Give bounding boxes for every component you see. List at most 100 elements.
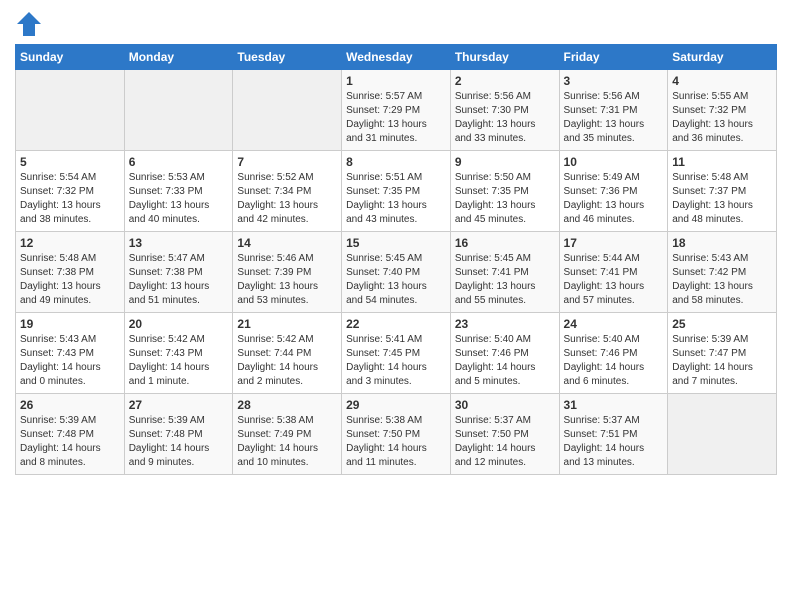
day-number: 27 [129,398,229,412]
day-number: 19 [20,317,120,331]
day-info: Sunrise: 5:45 AMSunset: 7:40 PMDaylight:… [346,252,446,308]
logo-icon [15,10,43,38]
day-info: Sunrise: 5:50 AMSunset: 7:35 PMDaylight:… [455,171,555,227]
calendar-cell: 29 Sunrise: 5:38 AMSunset: 7:50 PMDayligh… [342,394,451,475]
day-info: Sunrise: 5:45 AMSunset: 7:41 PMDaylight:… [455,252,555,308]
calendar-cell: 5 Sunrise: 5:54 AMSunset: 7:32 PMDaylight… [16,151,125,232]
calendar-cell: 22 Sunrise: 5:41 AMSunset: 7:45 PMDayligh… [342,313,451,394]
day-number: 29 [346,398,446,412]
day-info: Sunrise: 5:41 AMSunset: 7:45 PMDaylight:… [346,333,446,389]
weekday-header-thursday: Thursday [450,45,559,70]
calendar-week-5: 26 Sunrise: 5:39 AMSunset: 7:48 PMDayligh… [16,394,777,475]
day-number: 11 [672,155,772,169]
day-number: 1 [346,74,446,88]
day-number: 21 [237,317,337,331]
calendar-week-2: 5 Sunrise: 5:54 AMSunset: 7:32 PMDaylight… [16,151,777,232]
day-number: 9 [455,155,555,169]
weekday-header-wednesday: Wednesday [342,45,451,70]
calendar-cell: 9 Sunrise: 5:50 AMSunset: 7:35 PMDaylight… [450,151,559,232]
day-info: Sunrise: 5:38 AMSunset: 7:50 PMDaylight:… [346,414,446,470]
day-info: Sunrise: 5:39 AMSunset: 7:47 PMDaylight:… [672,333,772,389]
calendar-cell [233,70,342,151]
calendar-cell: 24Sunrise: 5:40 AMSunset: 7:46 PMDayligh… [559,313,668,394]
day-number: 31 [564,398,664,412]
calendar-cell: 11Sunrise: 5:48 AMSunset: 7:37 PMDayligh… [668,151,777,232]
day-number: 24 [564,317,664,331]
page-header [15,10,777,38]
day-info: Sunrise: 5:43 AMSunset: 7:42 PMDaylight:… [672,252,772,308]
day-number: 18 [672,236,772,250]
day-number: 22 [346,317,446,331]
day-info: Sunrise: 5:51 AMSunset: 7:35 PMDaylight:… [346,171,446,227]
day-number: 7 [237,155,337,169]
calendar-week-4: 19 Sunrise: 5:43 AMSunset: 7:43 PMDayligh… [16,313,777,394]
calendar-week-1: 1 Sunrise: 5:57 AMSunset: 7:29 PMDaylight… [16,70,777,151]
calendar-cell: 30 Sunrise: 5:37 AMSunset: 7:50 PMDayligh… [450,394,559,475]
day-info: Sunrise: 5:40 AMSunset: 7:46 PMDaylight:… [455,333,555,389]
day-info: Sunrise: 5:53 AMSunset: 7:33 PMDaylight:… [129,171,229,227]
calendar-cell [16,70,125,151]
day-info: Sunrise: 5:57 AMSunset: 7:29 PMDaylight:… [346,90,446,146]
calendar-cell: 10 Sunrise: 5:49 AMSunset: 7:36 PMDayligh… [559,151,668,232]
day-number: 10 [564,155,664,169]
day-number: 5 [20,155,120,169]
day-info: Sunrise: 5:44 AMSunset: 7:41 PMDaylight:… [564,252,664,308]
calendar-cell [668,394,777,475]
day-number: 8 [346,155,446,169]
calendar-cell: 27 Sunrise: 5:39 AMSunset: 7:48 PMDayligh… [124,394,233,475]
day-info: Sunrise: 5:38 AMSunset: 7:49 PMDaylight:… [237,414,337,470]
day-info: Sunrise: 5:42 AMSunset: 7:43 PMDaylight:… [129,333,229,389]
calendar-cell: 7 Sunrise: 5:52 AMSunset: 7:34 PMDaylight… [233,151,342,232]
day-number: 6 [129,155,229,169]
weekday-header-sunday: Sunday [16,45,125,70]
day-info: Sunrise: 5:42 AMSunset: 7:44 PMDaylight:… [237,333,337,389]
day-number: 3 [564,74,664,88]
calendar-cell: 23 Sunrise: 5:40 AMSunset: 7:46 PMDayligh… [450,313,559,394]
day-info: Sunrise: 5:39 AMSunset: 7:48 PMDaylight:… [129,414,229,470]
calendar-cell: 31 Sunrise: 5:37 AMSunset: 7:51 PMDayligh… [559,394,668,475]
calendar-cell: 4Sunrise: 5:55 AMSunset: 7:32 PMDaylight… [668,70,777,151]
day-info: Sunrise: 5:52 AMSunset: 7:34 PMDaylight:… [237,171,337,227]
calendar-cell: 20 Sunrise: 5:42 AMSunset: 7:43 PMDayligh… [124,313,233,394]
day-info: Sunrise: 5:37 AMSunset: 7:50 PMDaylight:… [455,414,555,470]
day-number: 12 [20,236,120,250]
day-info: Sunrise: 5:56 AMSunset: 7:30 PMDaylight:… [455,90,555,146]
weekday-header-tuesday: Tuesday [233,45,342,70]
weekday-header-saturday: Saturday [668,45,777,70]
day-number: 30 [455,398,555,412]
day-number: 20 [129,317,229,331]
day-info: Sunrise: 5:55 AMSunset: 7:32 PMDaylight:… [672,90,772,146]
day-info: Sunrise: 5:43 AMSunset: 7:43 PMDaylight:… [20,333,120,389]
day-number: 26 [20,398,120,412]
day-number: 28 [237,398,337,412]
calendar-cell: 8 Sunrise: 5:51 AMSunset: 7:35 PMDaylight… [342,151,451,232]
calendar-cell: 17 Sunrise: 5:44 AMSunset: 7:41 PMDayligh… [559,232,668,313]
calendar-cell: 6 Sunrise: 5:53 AMSunset: 7:33 PMDaylight… [124,151,233,232]
calendar-cell: 21 Sunrise: 5:42 AMSunset: 7:44 PMDayligh… [233,313,342,394]
day-number: 15 [346,236,446,250]
day-number: 25 [672,317,772,331]
day-number: 14 [237,236,337,250]
day-info: Sunrise: 5:49 AMSunset: 7:36 PMDaylight:… [564,171,664,227]
calendar-cell [124,70,233,151]
day-info: Sunrise: 5:56 AMSunset: 7:31 PMDaylight:… [564,90,664,146]
calendar-cell: 15 Sunrise: 5:45 AMSunset: 7:40 PMDayligh… [342,232,451,313]
day-number: 16 [455,236,555,250]
day-number: 23 [455,317,555,331]
calendar-week-3: 12Sunrise: 5:48 AMSunset: 7:38 PMDayligh… [16,232,777,313]
day-number: 17 [564,236,664,250]
day-info: Sunrise: 5:46 AMSunset: 7:39 PMDaylight:… [237,252,337,308]
calendar-cell: 1 Sunrise: 5:57 AMSunset: 7:29 PMDaylight… [342,70,451,151]
calendar-cell: 16 Sunrise: 5:45 AMSunset: 7:41 PMDayligh… [450,232,559,313]
day-info: Sunrise: 5:37 AMSunset: 7:51 PMDaylight:… [564,414,664,470]
day-info: Sunrise: 5:54 AMSunset: 7:32 PMDaylight:… [20,171,120,227]
calendar-cell: 3 Sunrise: 5:56 AMSunset: 7:31 PMDaylight… [559,70,668,151]
logo [15,10,47,38]
weekday-header-friday: Friday [559,45,668,70]
calendar-cell: 26Sunrise: 5:39 AMSunset: 7:48 PMDayligh… [16,394,125,475]
calendar-cell: 13Sunrise: 5:47 AMSunset: 7:38 PMDayligh… [124,232,233,313]
calendar-cell: 2Sunrise: 5:56 AMSunset: 7:30 PMDaylight… [450,70,559,151]
calendar-cell: 25 Sunrise: 5:39 AMSunset: 7:47 PMDayligh… [668,313,777,394]
calendar-cell: 19 Sunrise: 5:43 AMSunset: 7:43 PMDayligh… [16,313,125,394]
header-row: SundayMondayTuesdayWednesdayThursdayFrid… [16,45,777,70]
